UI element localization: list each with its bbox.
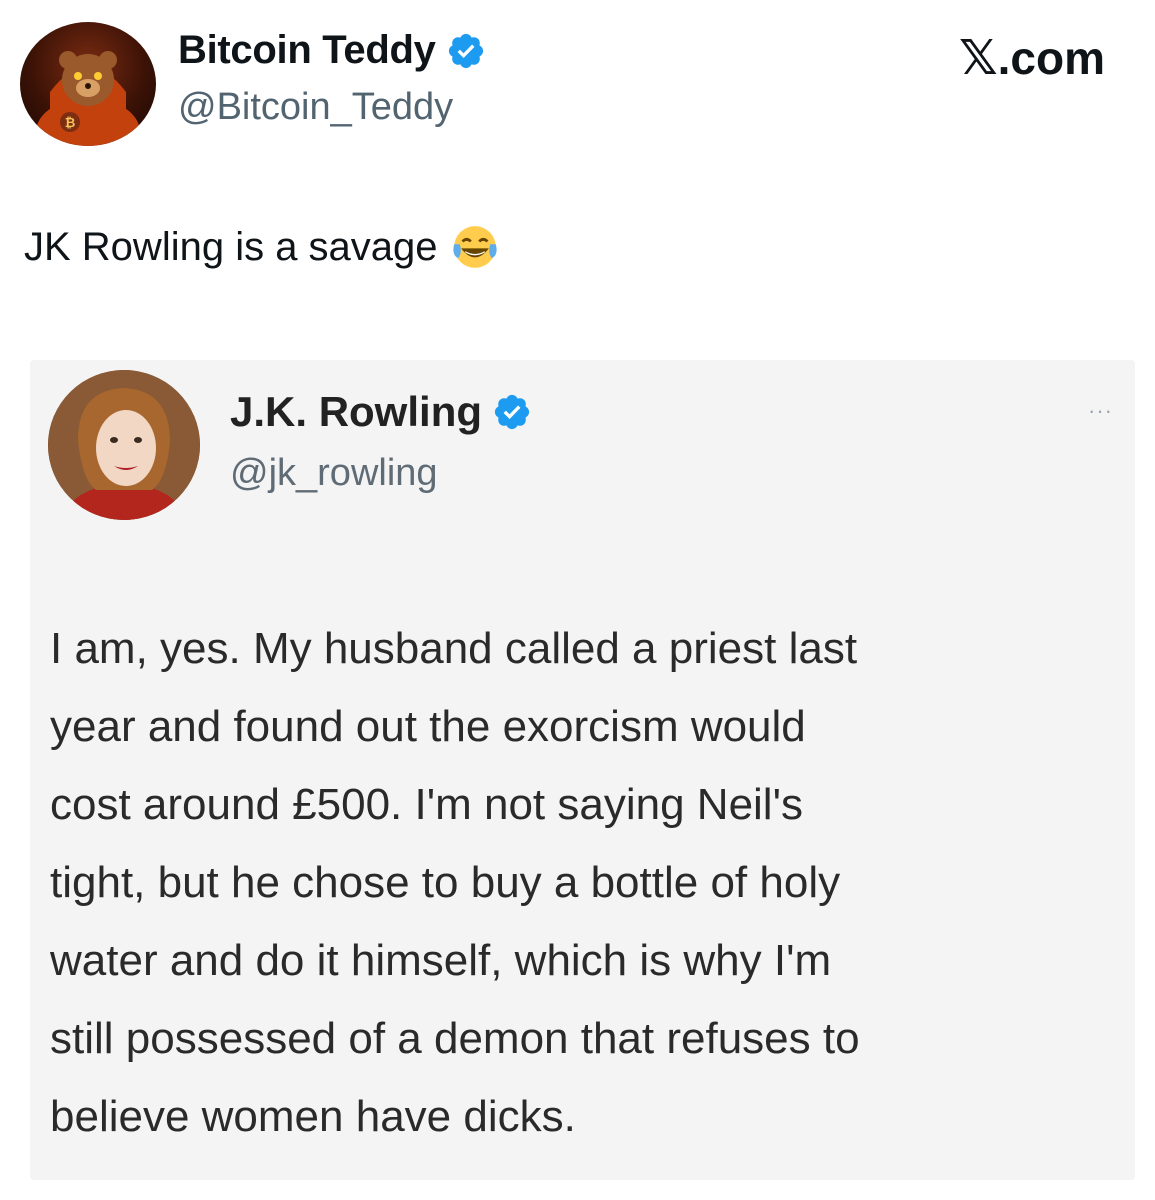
quoted-author-name: J.K. Rowling (230, 388, 482, 435)
quote-line: tight, but he chose to buy a bottle of h… (50, 858, 841, 907)
site-logo-suffix: .com (997, 32, 1105, 84)
quoted-tweet-body: I am, yes. My husband called a priest la… (50, 610, 1130, 1156)
x-logo-icon: 𝕏 (958, 30, 998, 86)
quote-line: I am, yes. My husband called a priest la… (50, 624, 858, 673)
author-name-row[interactable]: Bitcoin Teddy (178, 28, 486, 73)
x-com-logo: 𝕏 .com (959, 30, 1105, 86)
quoted-name-row: J.K. Rowling (230, 388, 532, 436)
teddy-bear-hoodie-avatar-icon: ₿ (36, 51, 140, 146)
verified-badge-icon (448, 33, 483, 68)
jk-rowling-avatar (48, 370, 200, 520)
svg-text:₿: ₿ (65, 116, 76, 131)
quote-line: water and do it himself, which is why I'… (50, 936, 832, 985)
quoted-author-handle: @jk_rowling (230, 452, 438, 494)
author-handle[interactable]: @Bitcoin_Teddy (178, 86, 453, 129)
tweet-text: JK Rowling is a savage (24, 222, 500, 272)
quote-line: year and found out the exorcism would (50, 702, 806, 751)
quote-line: believe women have dicks. (50, 1092, 576, 1141)
tweet-text-content: JK Rowling is a savage (24, 224, 438, 269)
more-options-icon: ··· (1088, 398, 1113, 423)
quoted-tweet-image[interactable]: J.K. Rowling @jk_rowling ··· I am, yes. … (30, 360, 1135, 1180)
author-avatar[interactable]: ₿ (20, 22, 156, 146)
author-name[interactable]: Bitcoin Teddy (178, 28, 436, 73)
quote-line: still possessed of a demon that refuses … (50, 1014, 860, 1063)
verified-badge-icon (494, 394, 530, 430)
jk-rowling-portrait-icon (48, 370, 200, 520)
tears-of-joy-emoji-icon (452, 226, 497, 268)
quote-line: cost around £500. I'm not saying Neil's (50, 780, 803, 829)
